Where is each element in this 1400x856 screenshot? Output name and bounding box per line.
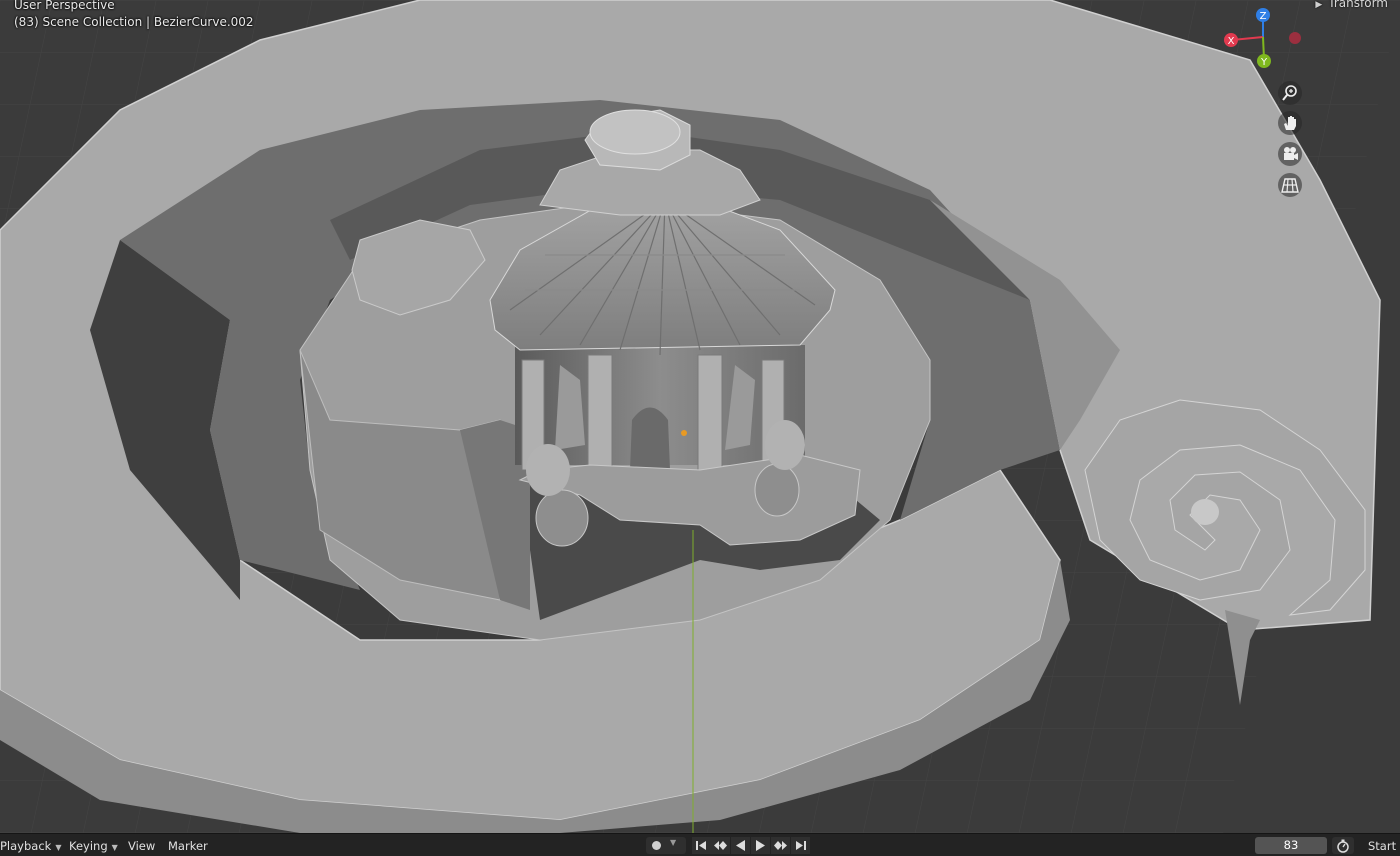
zoom-button[interactable] xyxy=(1278,81,1302,105)
axis-neg-x-handle xyxy=(1289,32,1301,44)
axis-gizmo[interactable]: Z X Y xyxy=(1218,4,1318,74)
scene-collection-label: (83) Scene Collection | BezierCurve.002 xyxy=(14,15,254,29)
grid-ortho-icon xyxy=(1281,178,1299,193)
jump-end-button[interactable] xyxy=(791,837,810,854)
keying-menu[interactable]: Keying ▼ xyxy=(69,839,118,853)
chevron-down-icon: ▼ xyxy=(670,838,677,847)
jump-start-icon xyxy=(696,841,706,850)
chevron-down-icon: ▼ xyxy=(111,843,118,852)
hand-pan-icon xyxy=(1284,116,1296,130)
marker-menu[interactable]: Marker xyxy=(168,839,208,853)
start-frame-label: Start xyxy=(1368,839,1397,853)
next-keyframe-button[interactable] xyxy=(771,837,790,854)
stopwatch-icon xyxy=(1337,839,1349,853)
play-button[interactable] xyxy=(751,837,770,854)
playback-menu[interactable]: Playback ▼ xyxy=(0,839,61,853)
scene-render xyxy=(0,0,1400,833)
3d-viewport[interactable]: User Perspective (83) Scene Collection |… xyxy=(0,0,1400,833)
play-icon xyxy=(756,840,765,851)
play-reverse-button[interactable] xyxy=(731,837,750,854)
camera-icon xyxy=(1284,147,1298,160)
ortho-toggle-button[interactable] xyxy=(1278,173,1302,197)
play-reverse-icon xyxy=(736,840,745,851)
axis-x-label: X xyxy=(1228,36,1235,47)
view-menu[interactable]: View xyxy=(128,839,155,853)
timeline-header: Playback ▼ Keying ▼ View Marker ▼ 83 Start xyxy=(0,833,1400,856)
sidebar-transform-tab[interactable]: ▶ Transform xyxy=(1315,0,1388,10)
view-mode-label: User Perspective xyxy=(14,0,115,12)
prev-keyframe-button[interactable] xyxy=(711,837,730,854)
camera-view-button[interactable] xyxy=(1278,142,1302,166)
next-keyframe-icon xyxy=(774,841,787,850)
chevron-down-icon: ▼ xyxy=(55,843,62,852)
jump-start-button[interactable] xyxy=(692,837,711,854)
prev-keyframe-icon xyxy=(714,841,727,850)
axis-y-label: Y xyxy=(1260,57,1268,68)
playback-menu-label: Playback xyxy=(0,839,52,853)
transform-tab-label: Transform xyxy=(1328,0,1388,10)
preview-range-toggle[interactable] xyxy=(1332,837,1354,854)
record-icon xyxy=(652,841,661,850)
zoom-icon xyxy=(1282,85,1297,101)
pan-button[interactable] xyxy=(1278,111,1302,135)
auto-keying-toggle[interactable]: ▼ xyxy=(646,837,686,854)
keying-menu-label: Keying xyxy=(69,839,108,853)
current-frame-field[interactable]: 83 xyxy=(1255,837,1327,854)
jump-end-icon xyxy=(796,841,806,850)
axis-z-label: Z xyxy=(1260,11,1267,22)
